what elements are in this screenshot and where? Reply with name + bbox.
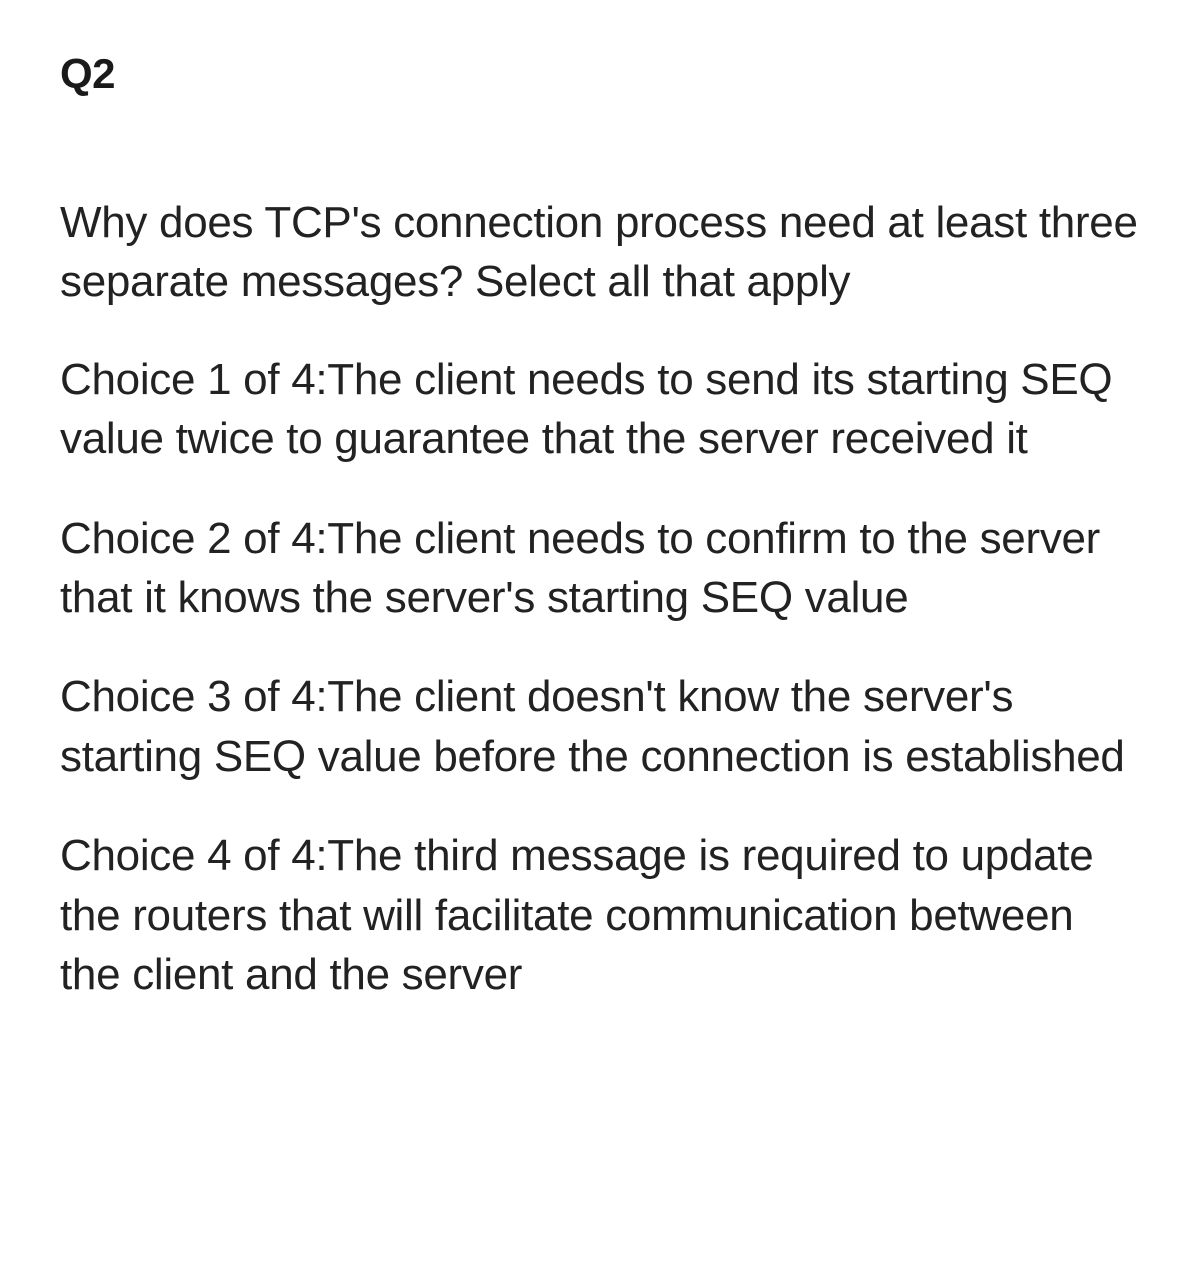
question-number: Q2 — [60, 50, 1140, 98]
question-prompt: Why does TCP's connection process need a… — [60, 193, 1140, 312]
choice-4[interactable]: Choice 4 of 4:The third message is requi… — [60, 826, 1140, 1004]
choice-3[interactable]: Choice 3 of 4:The client doesn't know th… — [60, 667, 1140, 786]
choice-1[interactable]: Choice 1 of 4:The client needs to send i… — [60, 350, 1140, 469]
choice-2[interactable]: Choice 2 of 4:The client needs to confir… — [60, 509, 1140, 628]
